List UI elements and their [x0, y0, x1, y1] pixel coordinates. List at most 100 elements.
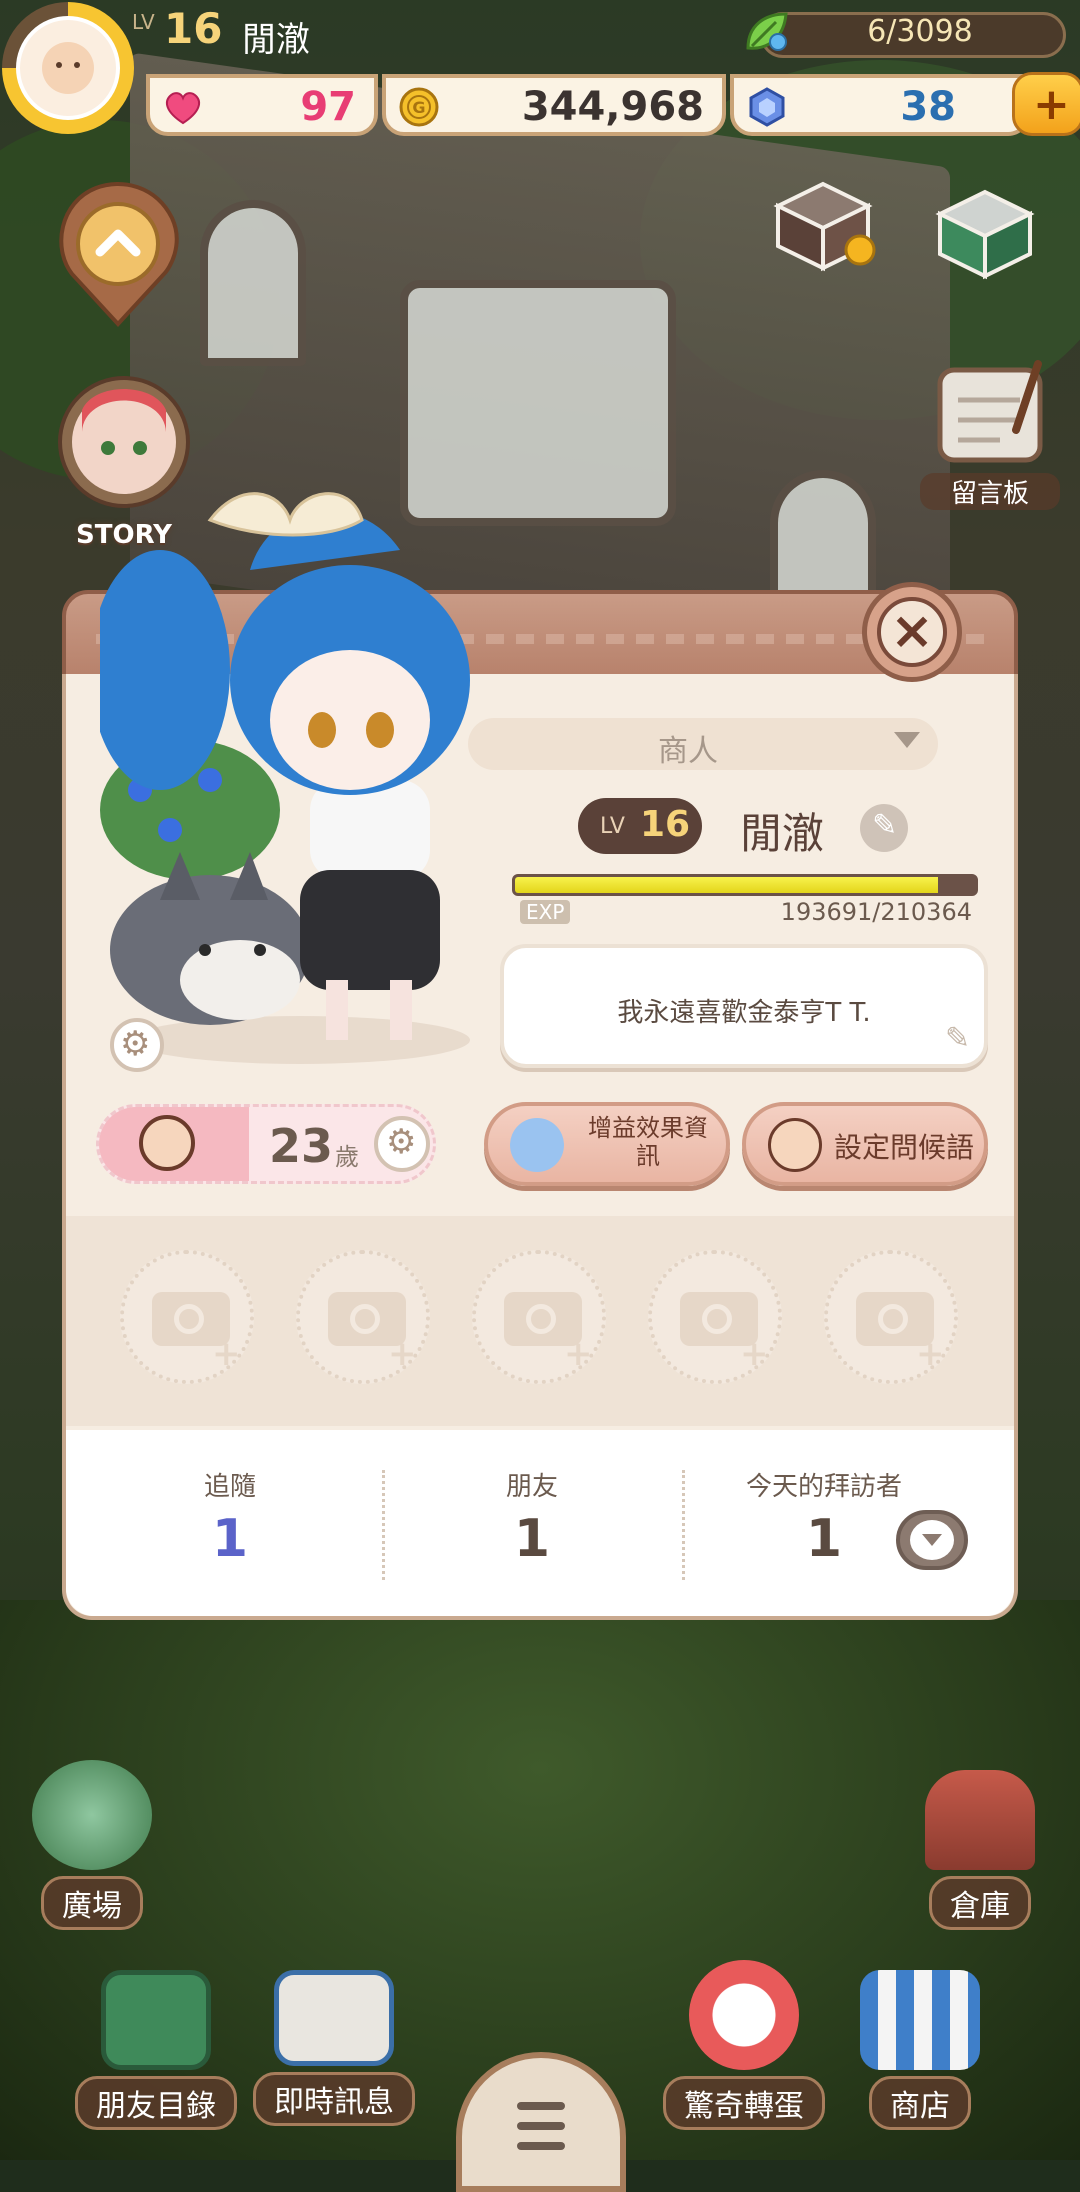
- avatar-portrait: [16, 16, 120, 120]
- buy-gems-button[interactable]: +: [1012, 72, 1080, 136]
- close-icon: ×: [877, 597, 947, 667]
- level-prefix: LV: [132, 10, 155, 34]
- message-card-icon: [274, 1970, 394, 2066]
- plus-icon: +: [916, 1334, 945, 1374]
- hearts-counter[interactable]: 97: [146, 74, 378, 136]
- nav-gacha[interactable]: 驚奇轉蛋: [644, 1960, 844, 2130]
- pencil-icon: ✎: [944, 1021, 970, 1056]
- greeting-text: 我永遠喜歡金泰亨T T.: [617, 998, 871, 1028]
- player-level: 16: [164, 4, 223, 53]
- menu-icon: [517, 2122, 565, 2130]
- gem-icon: [749, 87, 785, 127]
- photo-gallery: + + + + +: [66, 1216, 1014, 1426]
- nav-shop-label: 商店: [869, 2076, 971, 2130]
- buff-info-icon: [510, 1118, 564, 1172]
- gender-icon: [99, 1107, 249, 1181]
- player-name: 閒澈: [242, 20, 310, 60]
- plus-icon: +: [1033, 79, 1070, 130]
- energy-value: 6/3098: [867, 14, 973, 49]
- girl-face-icon: [139, 1115, 195, 1171]
- set-greeting-button[interactable]: 設定問候語: [742, 1102, 988, 1186]
- set-greeting-label: 設定問候語: [834, 1131, 975, 1164]
- collapse-menu-button[interactable]: [52, 178, 184, 328]
- edit-name-button[interactable]: ✎: [860, 804, 908, 852]
- followers-stat[interactable]: 追隨 1: [100, 1466, 360, 1569]
- social-stats-panel: 追隨 1 朋友 1 今天的拜訪者 1: [66, 1430, 1014, 1616]
- divider: [682, 1470, 685, 1580]
- plus-icon: +: [212, 1334, 241, 1374]
- photo-slot[interactable]: +: [824, 1250, 958, 1384]
- followers-count: 1: [211, 1509, 249, 1569]
- profile-level-prefix: LV: [600, 814, 625, 839]
- coins-value: 344,968: [521, 84, 704, 130]
- decor-box-settings-icon[interactable]: [768, 176, 878, 276]
- svg-text:G: G: [412, 98, 425, 117]
- photo-slot[interactable]: +: [648, 1250, 782, 1384]
- profile-level: 16: [640, 804, 691, 845]
- greeting-face-icon: [768, 1118, 822, 1172]
- job-label: 商人: [658, 734, 718, 769]
- player-avatar[interactable]: [2, 2, 134, 134]
- profile-level-badge: LV 16: [578, 798, 702, 854]
- menu-icon: [517, 2102, 565, 2110]
- photo-slot[interactable]: +: [472, 1250, 606, 1384]
- pencil-icon: ✎: [872, 808, 898, 843]
- nav-shop[interactable]: 商店: [820, 1970, 1020, 2130]
- close-button[interactable]: ×: [862, 582, 962, 682]
- gear-icon: ⚙: [386, 1122, 417, 1162]
- buff-info-label: 增益效果資 訊: [588, 1114, 708, 1170]
- friends-count: 1: [513, 1509, 551, 1569]
- gacha-machine-icon: [689, 1960, 799, 2070]
- leaf-energy-icon: [746, 12, 788, 51]
- nav-friends-label: 朋友目錄: [75, 2076, 237, 2130]
- warehouse-icon: [925, 1770, 1035, 1870]
- age-unit: 歲: [335, 1143, 359, 1171]
- exp-label: EXP: [520, 900, 571, 924]
- shop-icon: [860, 1970, 980, 2070]
- friends-label: 朋友: [505, 1472, 558, 1502]
- plus-icon: +: [564, 1334, 593, 1374]
- menu-icon: [517, 2142, 565, 2150]
- nav-messages-label: 即時訊息: [253, 2072, 415, 2126]
- friends-book-icon: [101, 1970, 211, 2070]
- gems-value: 38: [900, 84, 956, 130]
- age-value: 23: [269, 1119, 334, 1173]
- profile-name: 閒澈: [740, 809, 825, 858]
- decor-box-icon[interactable]: [930, 184, 1040, 284]
- greeting-message-box[interactable]: 我永遠喜歡金泰亨T T. ✎: [500, 944, 988, 1068]
- photo-slot[interactable]: +: [296, 1250, 430, 1384]
- hearts-value: 97: [300, 84, 356, 130]
- coin-icon: G: [399, 87, 439, 127]
- house-window: [200, 200, 306, 366]
- nav-messages[interactable]: 即時訊息: [234, 1970, 434, 2126]
- visitors-expand-button[interactable]: [896, 1510, 968, 1570]
- heart-icon: [165, 92, 201, 125]
- friends-stat[interactable]: 朋友 1: [402, 1466, 662, 1569]
- message-board-button[interactable]: 留言板: [920, 360, 1060, 510]
- message-board-icon: [937, 360, 1043, 463]
- nav-friends-list[interactable]: 朋友目錄: [56, 1970, 256, 2130]
- exp-bar: [512, 874, 978, 896]
- avatar-settings-button[interactable]: ⚙: [110, 1018, 164, 1072]
- plaza-icon: [32, 1760, 152, 1870]
- chevron-down-icon: [910, 1520, 954, 1560]
- gear-icon: ⚙: [120, 1024, 151, 1064]
- nav-gacha-label: 驚奇轉蛋: [663, 2076, 825, 2130]
- coins-counter[interactable]: G 344,968: [382, 74, 726, 136]
- exp-value: 193691/210364: [780, 898, 972, 926]
- avatar-face-icon: [42, 42, 94, 94]
- character-avatar-illustration[interactable]: [100, 480, 480, 1080]
- message-board-label: 留言板: [920, 473, 1060, 510]
- nav-plaza-label: 廣場: [41, 1876, 143, 1930]
- gems-counter[interactable]: 38: [730, 74, 1030, 136]
- nav-warehouse[interactable]: 倉庫: [880, 1770, 1080, 1930]
- age-settings-button[interactable]: ⚙: [374, 1116, 430, 1172]
- nav-plaza[interactable]: 廣場: [0, 1760, 192, 1930]
- job-dropdown[interactable]: 商人: [468, 718, 938, 770]
- followers-label: 追隨: [203, 1472, 256, 1502]
- photo-slot[interactable]: +: [120, 1250, 254, 1384]
- top-hud: LV 16 閒澈 6/3098 97 G 344,968 38 +: [0, 0, 1080, 140]
- exp-bar-fill: [515, 877, 939, 893]
- buff-info-button[interactable]: 增益效果資 訊: [484, 1102, 730, 1186]
- plus-icon: +: [740, 1334, 769, 1374]
